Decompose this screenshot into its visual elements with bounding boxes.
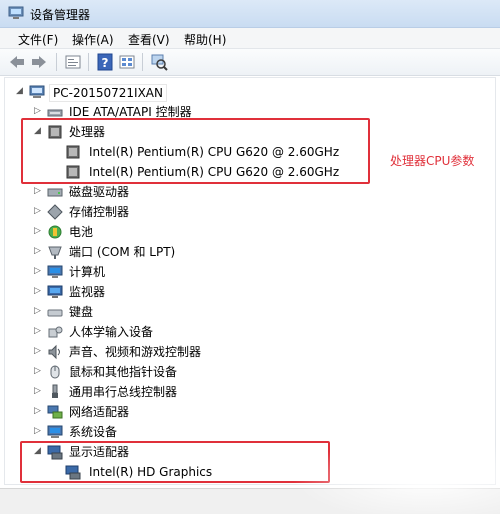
display-highlight-box	[20, 441, 330, 483]
hid-icon	[48, 326, 63, 338]
tree-item-label: 声音、视频和游戏控制器	[69, 345, 202, 359]
tree-item-battery[interactable]: ▷ 电池	[33, 222, 333, 242]
forward-arrow-icon[interactable]	[30, 53, 48, 71]
tree-item-label: 计算机	[69, 265, 106, 279]
tree-item-sound[interactable]: ▷ 声音、视频和游戏控制器	[33, 342, 333, 362]
expand-icon[interactable]: ▷	[33, 107, 42, 116]
toolbar: ?	[0, 49, 500, 76]
expand-icon[interactable]: ▷	[33, 327, 42, 336]
usb-icon	[52, 384, 58, 398]
keyboard-icon	[47, 309, 63, 317]
tree-item-port[interactable]: ▷ 端口 (COM 和 LPT)	[33, 242, 333, 262]
tree-item-network[interactable]: ▷ 网络适配器	[33, 402, 333, 422]
mouse-icon	[50, 365, 60, 379]
tree-item-label: 系统设备	[69, 425, 118, 439]
computer-root-icon	[29, 85, 45, 98]
expand-icon[interactable]: ▷	[33, 407, 42, 416]
properties-icon[interactable]	[64, 53, 82, 71]
menu-action[interactable]: 操作(A)	[70, 31, 116, 48]
tree-item-label: 端口 (COM 和 LPT)	[69, 245, 176, 259]
expand-icon[interactable]: ▷	[33, 427, 42, 436]
expand-icon[interactable]: ▷	[33, 367, 42, 376]
title-bar: 设备管理器	[0, 0, 500, 28]
tree-item-disk[interactable]: ▷ 磁盘驱动器	[33, 182, 333, 202]
expand-icon[interactable]: ▷	[33, 267, 42, 276]
tree-item-label: 键盘	[69, 305, 94, 319]
tree-item-label: 鼠标和其他指针设备	[69, 365, 178, 379]
root-label[interactable]: PC-20150721IXAN	[49, 84, 167, 102]
tree-item-label: 通用串行总线控制器	[69, 385, 178, 399]
tree-item-monitor[interactable]: ▷ 监视器	[33, 282, 333, 302]
battery-icon	[48, 225, 62, 239]
menu-view[interactable]: 查看(V)	[126, 31, 172, 48]
tree-root[interactable]: ◢ PC-20150721IXAN	[15, 82, 215, 102]
sound-icon	[48, 344, 60, 360]
tree-item-usb[interactable]: ▷ 通用串行总线控制器	[33, 382, 333, 402]
port-icon	[48, 246, 62, 259]
processor-highlight-box	[21, 118, 370, 184]
cpu-annotation-label: 处理器CPU参数	[390, 154, 475, 168]
expand-icon[interactable]: ▷	[33, 227, 42, 236]
monitor-icon	[47, 285, 63, 298]
watermark-overlay	[292, 438, 500, 514]
toolbar-separator	[142, 53, 143, 71]
expand-icon[interactable]: ▷	[33, 347, 42, 356]
system-device-icon	[47, 425, 63, 438]
scan-hardware-icon[interactable]	[150, 53, 168, 71]
expand-icon[interactable]: ▷	[33, 287, 42, 296]
toolbar-separator	[56, 53, 57, 71]
expand-icon[interactable]: ▷	[33, 307, 42, 316]
help-icon[interactable]: ?	[96, 53, 114, 71]
tree-item-label: 电池	[69, 225, 94, 239]
network-adapter-icon	[47, 405, 63, 419]
computer-icon	[47, 265, 63, 278]
menu-file[interactable]: 文件(F)	[16, 31, 60, 48]
expand-icon[interactable]: ▷	[33, 207, 42, 216]
toolbar-separator	[88, 53, 89, 71]
tree-item-system[interactable]: ▷ 系统设备	[33, 422, 333, 442]
window-title: 设备管理器	[30, 8, 91, 22]
tree-item-hid[interactable]: ▷ 人体学输入设备	[33, 322, 333, 342]
back-arrow-icon[interactable]	[8, 53, 26, 71]
tree-item-label: 网络适配器	[69, 405, 130, 419]
disk-drive-icon	[47, 188, 63, 197]
expand-icon[interactable]: ▷	[33, 387, 42, 396]
menu-help[interactable]: 帮助(H)	[182, 31, 228, 48]
tree-item-label: 人体学输入设备	[69, 325, 154, 339]
device-manager-icon	[8, 6, 24, 19]
tree-item-label: 磁盘驱动器	[69, 185, 130, 199]
expand-icon[interactable]: ▷	[33, 247, 42, 256]
view-icon[interactable]	[118, 53, 136, 71]
tree-item-mouse[interactable]: ▷ 鼠标和其他指针设备	[33, 362, 333, 382]
tree-item-computer[interactable]: ▷ 计算机	[33, 262, 333, 282]
device-manager-window: 设备管理器 文件(F) 操作(A) 查看(V) 帮助(H) ? ◢ PC-201…	[0, 0, 500, 514]
tree-item-label: 监视器	[69, 285, 106, 299]
expand-icon[interactable]: ▷	[33, 187, 42, 196]
tree-item-label: 存储控制器	[69, 205, 130, 219]
svg-text:?: ?	[102, 56, 109, 70]
collapse-icon[interactable]: ◢	[15, 87, 24, 96]
tree-item-storage[interactable]: ▷ 存储控制器	[33, 202, 333, 222]
menu-bar: 文件(F) 操作(A) 查看(V) 帮助(H)	[0, 28, 500, 49]
storage-controller-icon	[47, 204, 63, 220]
tree-item-keyboard[interactable]: ▷ 键盘	[33, 302, 333, 322]
